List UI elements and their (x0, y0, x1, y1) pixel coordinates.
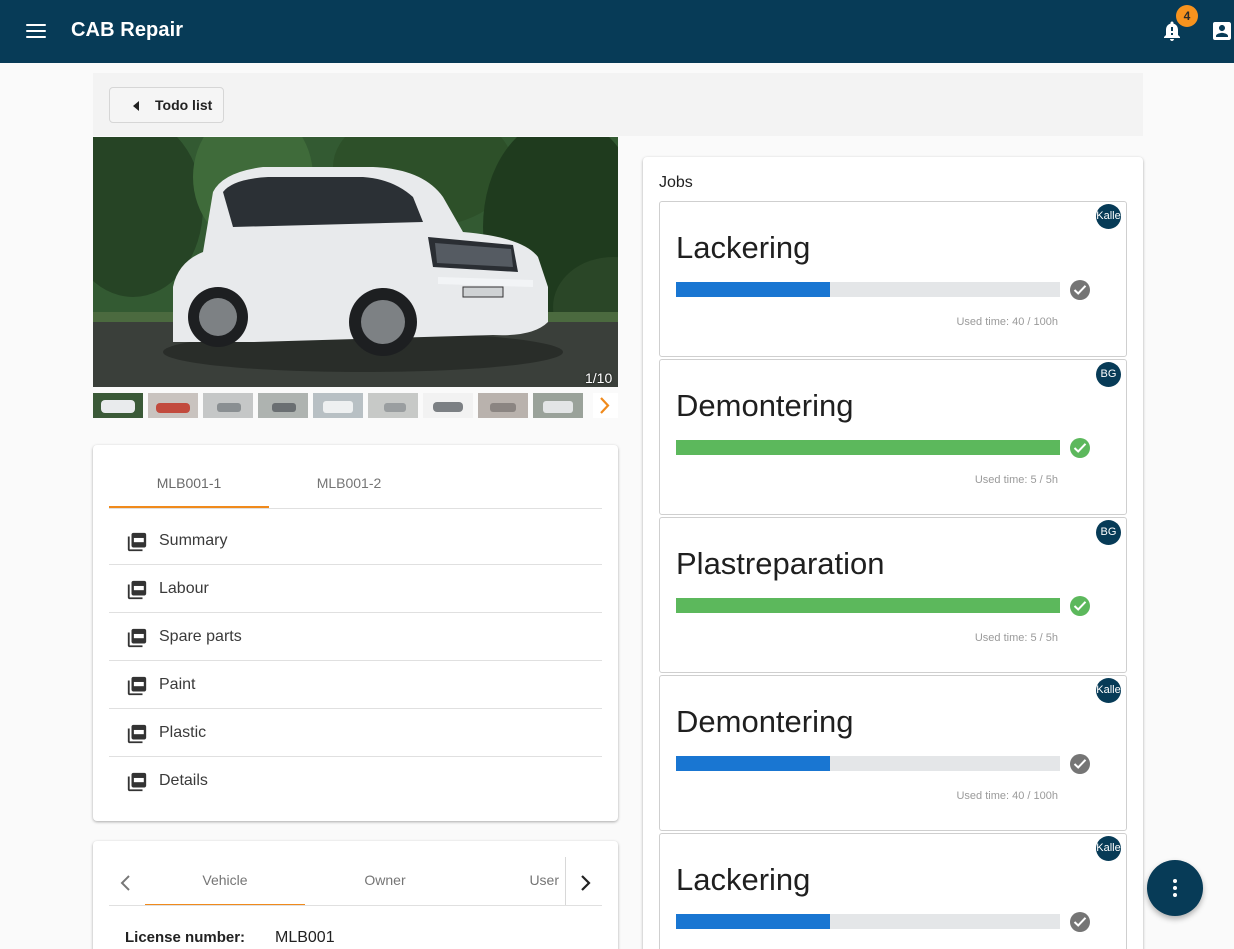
used-time: Used time: 5 / 5h (974, 474, 1058, 486)
job-card[interactable]: Demontering Used time: 5 / 5h BG (659, 359, 1127, 515)
thumbnail[interactable] (423, 393, 473, 418)
assignee-avatar: Kalle (1096, 678, 1121, 703)
thumbnail[interactable] (148, 393, 198, 418)
tab-mlb001-2[interactable]: MLB001-2 (269, 469, 429, 508)
back-bar: Todo list (93, 73, 1143, 136)
job-card[interactable]: Lackering Kalle (659, 833, 1127, 949)
assignee-avatar: BG (1096, 520, 1121, 545)
tab-divider (109, 905, 602, 906)
todo-list-back-button[interactable]: Todo list (109, 87, 224, 123)
tab-divider (109, 508, 602, 509)
vehicle-photo[interactable] (93, 137, 618, 387)
chevron-right-icon[interactable] (573, 871, 597, 895)
used-time: Used time: 40 / 100h (956, 316, 1058, 328)
job-title: Demontering (676, 704, 854, 739)
license-number-label: License number: (125, 929, 246, 946)
account-box-icon[interactable] (1210, 19, 1234, 43)
job-progress-fill (676, 756, 830, 771)
job-progress-fill (676, 282, 830, 297)
job-title: Plastreparation (676, 546, 885, 581)
used-time: Used time: 40 / 100h (956, 790, 1058, 802)
assignee-avatar: Kalle (1096, 204, 1121, 229)
used-time: Used time: 5 / 5h (974, 632, 1058, 644)
check-circle-icon[interactable] (1070, 754, 1090, 774)
thumbnail[interactable] (368, 393, 418, 418)
thumbnail-strip (93, 393, 618, 418)
pdf-icon (127, 628, 147, 648)
job-title: Lackering (676, 862, 811, 897)
arrow-left-icon (133, 101, 139, 111)
document-item-paint[interactable]: Paint (109, 661, 602, 709)
document-label: Spare parts (159, 628, 242, 645)
chevron-right-icon[interactable] (593, 393, 618, 418)
thumbnail[interactable] (93, 393, 143, 418)
app-title: CAB Repair (71, 19, 184, 41)
tab-user[interactable]: User (465, 865, 565, 906)
job-progress-bar (676, 756, 1060, 771)
job-progress-bar (676, 440, 1060, 455)
thumbnail[interactable] (258, 393, 308, 418)
menu-icon[interactable] (24, 20, 48, 42)
document-item-plastic[interactable]: Plastic (109, 709, 602, 757)
job-title: Demontering (676, 388, 854, 423)
document-label: Paint (159, 676, 196, 693)
top-app-bar: CAB Repair 4 (0, 0, 1234, 63)
pdf-icon (127, 676, 147, 696)
tab-mlb001-1[interactable]: MLB001-1 (109, 469, 269, 508)
assignee-avatar: Kalle (1096, 836, 1121, 861)
job-progress-bar (676, 914, 1060, 929)
documents-card: MLB001-1 MLB001-2 Summary Labour Spare p… (93, 445, 618, 821)
document-label: Labour (159, 580, 209, 597)
pdf-icon (127, 772, 147, 792)
job-card[interactable]: Demontering Used time: 40 / 100h Kalle (659, 675, 1127, 831)
thumbnail[interactable] (203, 393, 253, 418)
notification-badge: 4 (1176, 5, 1198, 27)
check-circle-icon[interactable] (1070, 596, 1090, 616)
check-circle-icon[interactable] (1070, 438, 1090, 458)
assignee-avatar: BG (1096, 362, 1121, 387)
back-button-label: Todo list (155, 97, 213, 113)
thumbnail[interactable] (478, 393, 528, 418)
pdf-icon (127, 532, 147, 552)
vehicle-info-card: Vehicle Owner User License number: MLB00… (93, 841, 618, 949)
thumbnail[interactable] (313, 393, 363, 418)
chevron-left-icon[interactable] (114, 871, 138, 895)
thumbnail[interactable] (533, 393, 583, 418)
check-circle-icon[interactable] (1070, 912, 1090, 932)
document-label: Summary (159, 532, 228, 549)
jobs-title: Jobs (659, 174, 693, 191)
pdf-icon (127, 724, 147, 744)
document-item-details[interactable]: Details (109, 757, 602, 805)
job-card[interactable]: Lackering Used time: 40 / 100h Kalle (659, 201, 1127, 357)
job-progress-bar (676, 598, 1060, 613)
document-label: Plastic (159, 724, 207, 741)
tab-vehicle[interactable]: Vehicle (145, 865, 305, 906)
jobs-card: Jobs Lackering Used time: 40 / 100h Kall… (643, 157, 1143, 949)
job-title: Lackering (676, 230, 811, 265)
job-progress-fill (676, 440, 1060, 455)
tab-scroll-divider (565, 857, 566, 905)
pdf-icon (127, 580, 147, 600)
check-circle-icon[interactable] (1070, 280, 1090, 300)
photo-counter: 1/10 (585, 370, 613, 386)
job-progress-fill (676, 598, 1060, 613)
more-vert-icon[interactable] (1147, 860, 1203, 916)
document-item-summary[interactable]: Summary (109, 517, 602, 565)
license-number-value: MLB001 (275, 929, 335, 946)
document-label: Details (159, 772, 208, 789)
job-progress-bar (676, 282, 1060, 297)
job-card[interactable]: Plastreparation Used time: 5 / 5h BG (659, 517, 1127, 673)
document-item-spare-parts[interactable]: Spare parts (109, 613, 602, 661)
job-progress-fill (676, 914, 830, 929)
document-item-labour[interactable]: Labour (109, 565, 602, 613)
tab-owner[interactable]: Owner (305, 865, 465, 906)
